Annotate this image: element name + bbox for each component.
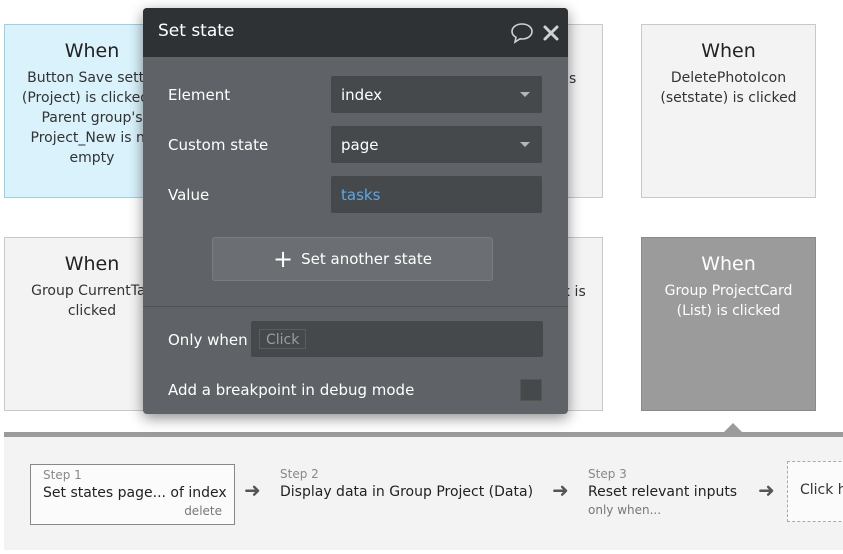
card-description: DeletePhotoIcon (setstate) is clicked (660, 70, 797, 106)
value-label: Value (168, 186, 210, 204)
value-input[interactable]: tasks (331, 176, 542, 213)
arrow-right-icon: ➜ (552, 478, 569, 502)
step-delete-link[interactable]: delete (43, 503, 222, 519)
modal-title: Set state (158, 21, 235, 41)
element-label: Element (168, 86, 231, 104)
arrow-right-icon: ➜ (758, 478, 775, 502)
chevron-down-icon (520, 92, 530, 97)
breakpoint-label: Add a breakpoint in debug mode (168, 381, 415, 399)
custom-state-dropdown[interactable]: page (331, 126, 542, 163)
only-when-label: Only when (168, 331, 248, 349)
modal-divider (143, 306, 568, 307)
modal-header: Set state (143, 8, 568, 57)
arrow-right-icon: ➜ (244, 478, 261, 502)
workflow-step-2[interactable]: Step 2 Display data in Group Project (Da… (280, 466, 533, 502)
custom-state-label: Custom state (168, 136, 269, 154)
step-number: Step 2 (280, 467, 319, 481)
add-step-button[interactable]: Click h (787, 461, 843, 522)
plus-icon: + (273, 245, 294, 273)
comment-icon[interactable] (510, 22, 534, 48)
set-another-state-button[interactable]: + Set another state (212, 237, 493, 281)
only-when-input[interactable]: Click (251, 321, 543, 357)
only-when-placeholder: Click (259, 329, 307, 349)
step-label: Display data in Group Project (Data) (280, 484, 534, 500)
step-number: Step 1 (43, 468, 82, 482)
workflow-step-3[interactable]: Step 3 Reset relevant inputs only when..… (588, 466, 737, 518)
card-partial-text-top: s (569, 71, 577, 87)
chevron-down-icon (520, 142, 530, 147)
element-dropdown[interactable]: index (331, 76, 542, 113)
breakpoint-checkbox[interactable] (520, 379, 542, 401)
step-label: Reset relevant inputs (588, 484, 738, 500)
close-icon[interactable] (542, 24, 560, 46)
card-when-label: When (701, 253, 756, 275)
card-when-label: When (701, 40, 756, 62)
step-condition: only when... (588, 503, 662, 517)
step-number: Step 3 (588, 467, 627, 481)
event-card-delete-photo[interactable]: When DeletePhotoIcon (setstate) is click… (641, 24, 816, 198)
set-state-modal: Set state Element index Custom state pag… (143, 8, 568, 414)
step-label: Set states page... of index (43, 485, 227, 501)
workflow-step-1[interactable]: Step 1 Set states page... of index delet… (30, 464, 235, 525)
card-description: Group ProjectCard (List) is clicked (664, 283, 793, 319)
event-card-group-project-card[interactable]: When Group ProjectCard (List) is clicked (641, 237, 816, 411)
